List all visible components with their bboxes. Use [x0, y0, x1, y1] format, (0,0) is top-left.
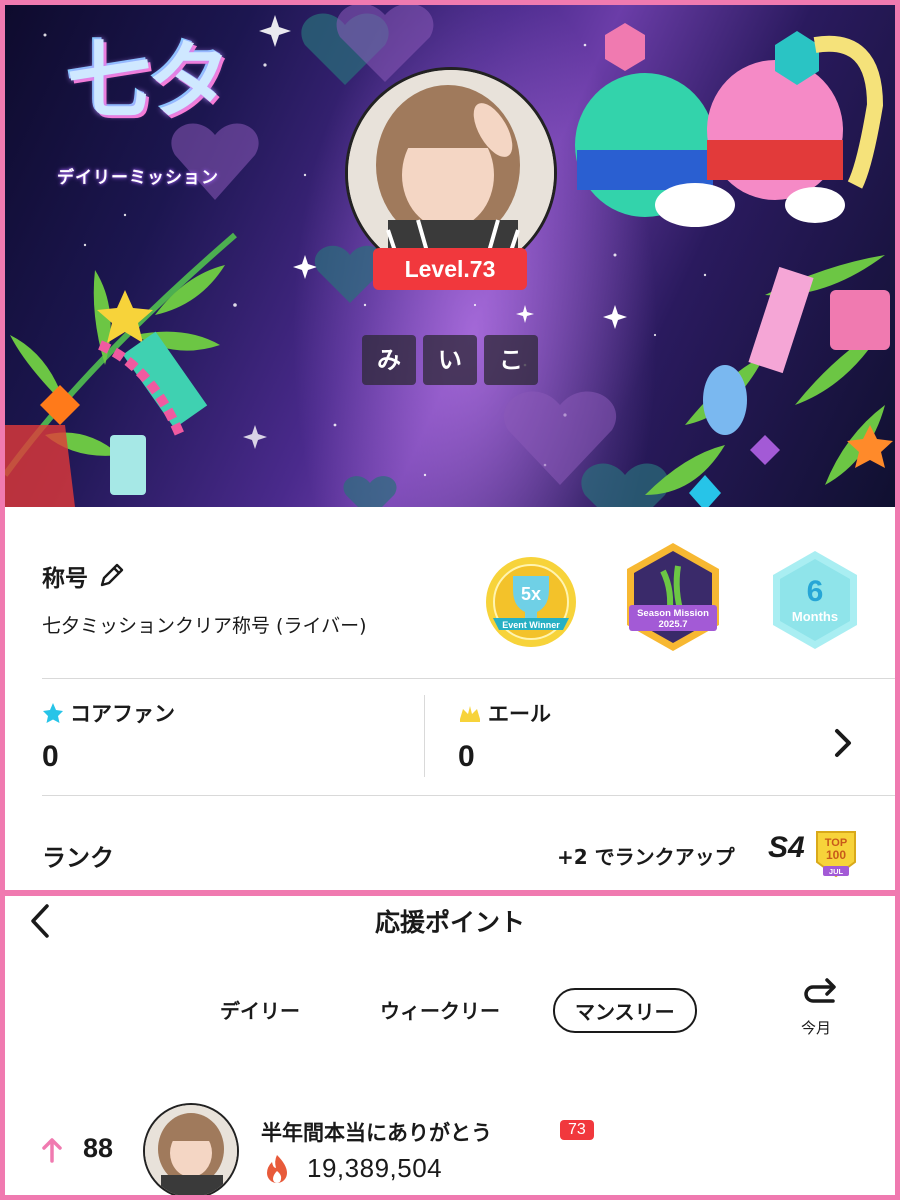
months-badge[interactable]: 6 Months: [770, 549, 860, 651]
yell-label: エール: [488, 702, 551, 726]
title-section: 称号 七夕ミッションクリア称号 (ライバー) 5x Event Winner S…: [5, 507, 895, 679]
name-char: こ: [484, 335, 538, 385]
period-label[interactable]: 今月: [801, 1017, 831, 1038]
season-mission-text: Season Mission: [637, 608, 709, 619]
top100-badge[interactable]: TOP 100 JUL: [813, 828, 859, 880]
event-winner-big: 5x: [521, 584, 541, 604]
screenshot-frame: 七タ デイリーミッション Level.73 み い こ 称号 七夕ミッションクリ…: [5, 5, 895, 1195]
divider: [42, 678, 895, 679]
event-logo-title: 七タ: [67, 31, 231, 130]
row-rank-number: 88: [83, 1133, 114, 1163]
core-fan-value: 0: [42, 740, 59, 773]
core-fan-label: コアファン: [70, 702, 175, 726]
row-level-badge: 73: [560, 1120, 594, 1140]
level-badge: Level.73: [373, 248, 527, 290]
star-icon: [43, 703, 63, 723]
rank-tier: S4: [768, 831, 805, 864]
event-winner-badge[interactable]: 5x Event Winner: [483, 554, 579, 650]
tab-monthly[interactable]: マンスリー: [553, 988, 697, 1033]
yell-crown-icon: [460, 706, 480, 722]
title-heading: 称号: [42, 559, 124, 593]
row-points: 19,389,504: [307, 1153, 443, 1183]
name-char: み: [362, 335, 416, 385]
top100-month: JUL: [829, 867, 844, 876]
months-text: Months: [792, 609, 838, 624]
season-mission-badge[interactable]: Season Mission 2025.7: [623, 541, 723, 653]
season-mission-date: 2025.7: [658, 619, 687, 630]
avatar-photo: [145, 1105, 237, 1195]
tab-daily[interactable]: デイリー: [220, 995, 300, 1024]
redo-arrow-icon[interactable]: [803, 975, 839, 1011]
section-separator: [5, 890, 895, 896]
row-avatar[interactable]: [143, 1103, 239, 1195]
event-winner-text: Event Winner: [502, 620, 560, 630]
row-user-name[interactable]: 半年間本当にありがとう: [261, 1117, 492, 1147]
fire-icon: [267, 1155, 287, 1183]
months-big: 6: [807, 575, 824, 608]
chevron-right-icon[interactable]: [829, 723, 859, 763]
core-fan-stat[interactable]: コアファン 0: [42, 698, 175, 774]
yell-value: 0: [458, 740, 475, 773]
event-logo-subtitle: デイリーミッション: [57, 168, 219, 188]
top100-line2: 100: [826, 848, 846, 862]
yell-stat[interactable]: エール 0: [458, 698, 551, 774]
rank-up-text: +2 でランクアップ: [557, 845, 735, 869]
page-title: 応援ポイント: [374, 908, 525, 937]
title-value: 七夕ミッションクリア称号 (ライバー): [42, 615, 367, 637]
rank-up-arrow-icon: [42, 1138, 62, 1163]
name-char: い: [423, 335, 477, 385]
divider: [42, 795, 895, 796]
stats-divider: [424, 695, 425, 777]
profile-name: み い こ: [362, 335, 538, 385]
title-label: 称号: [42, 566, 88, 592]
rank-label: ランク: [42, 844, 114, 872]
edit-pencil-icon[interactable]: [98, 563, 124, 589]
profile-banner: 七タ デイリーミッション Level.73 み い こ: [5, 5, 895, 507]
tab-weekly[interactable]: ウィークリー: [380, 995, 500, 1024]
